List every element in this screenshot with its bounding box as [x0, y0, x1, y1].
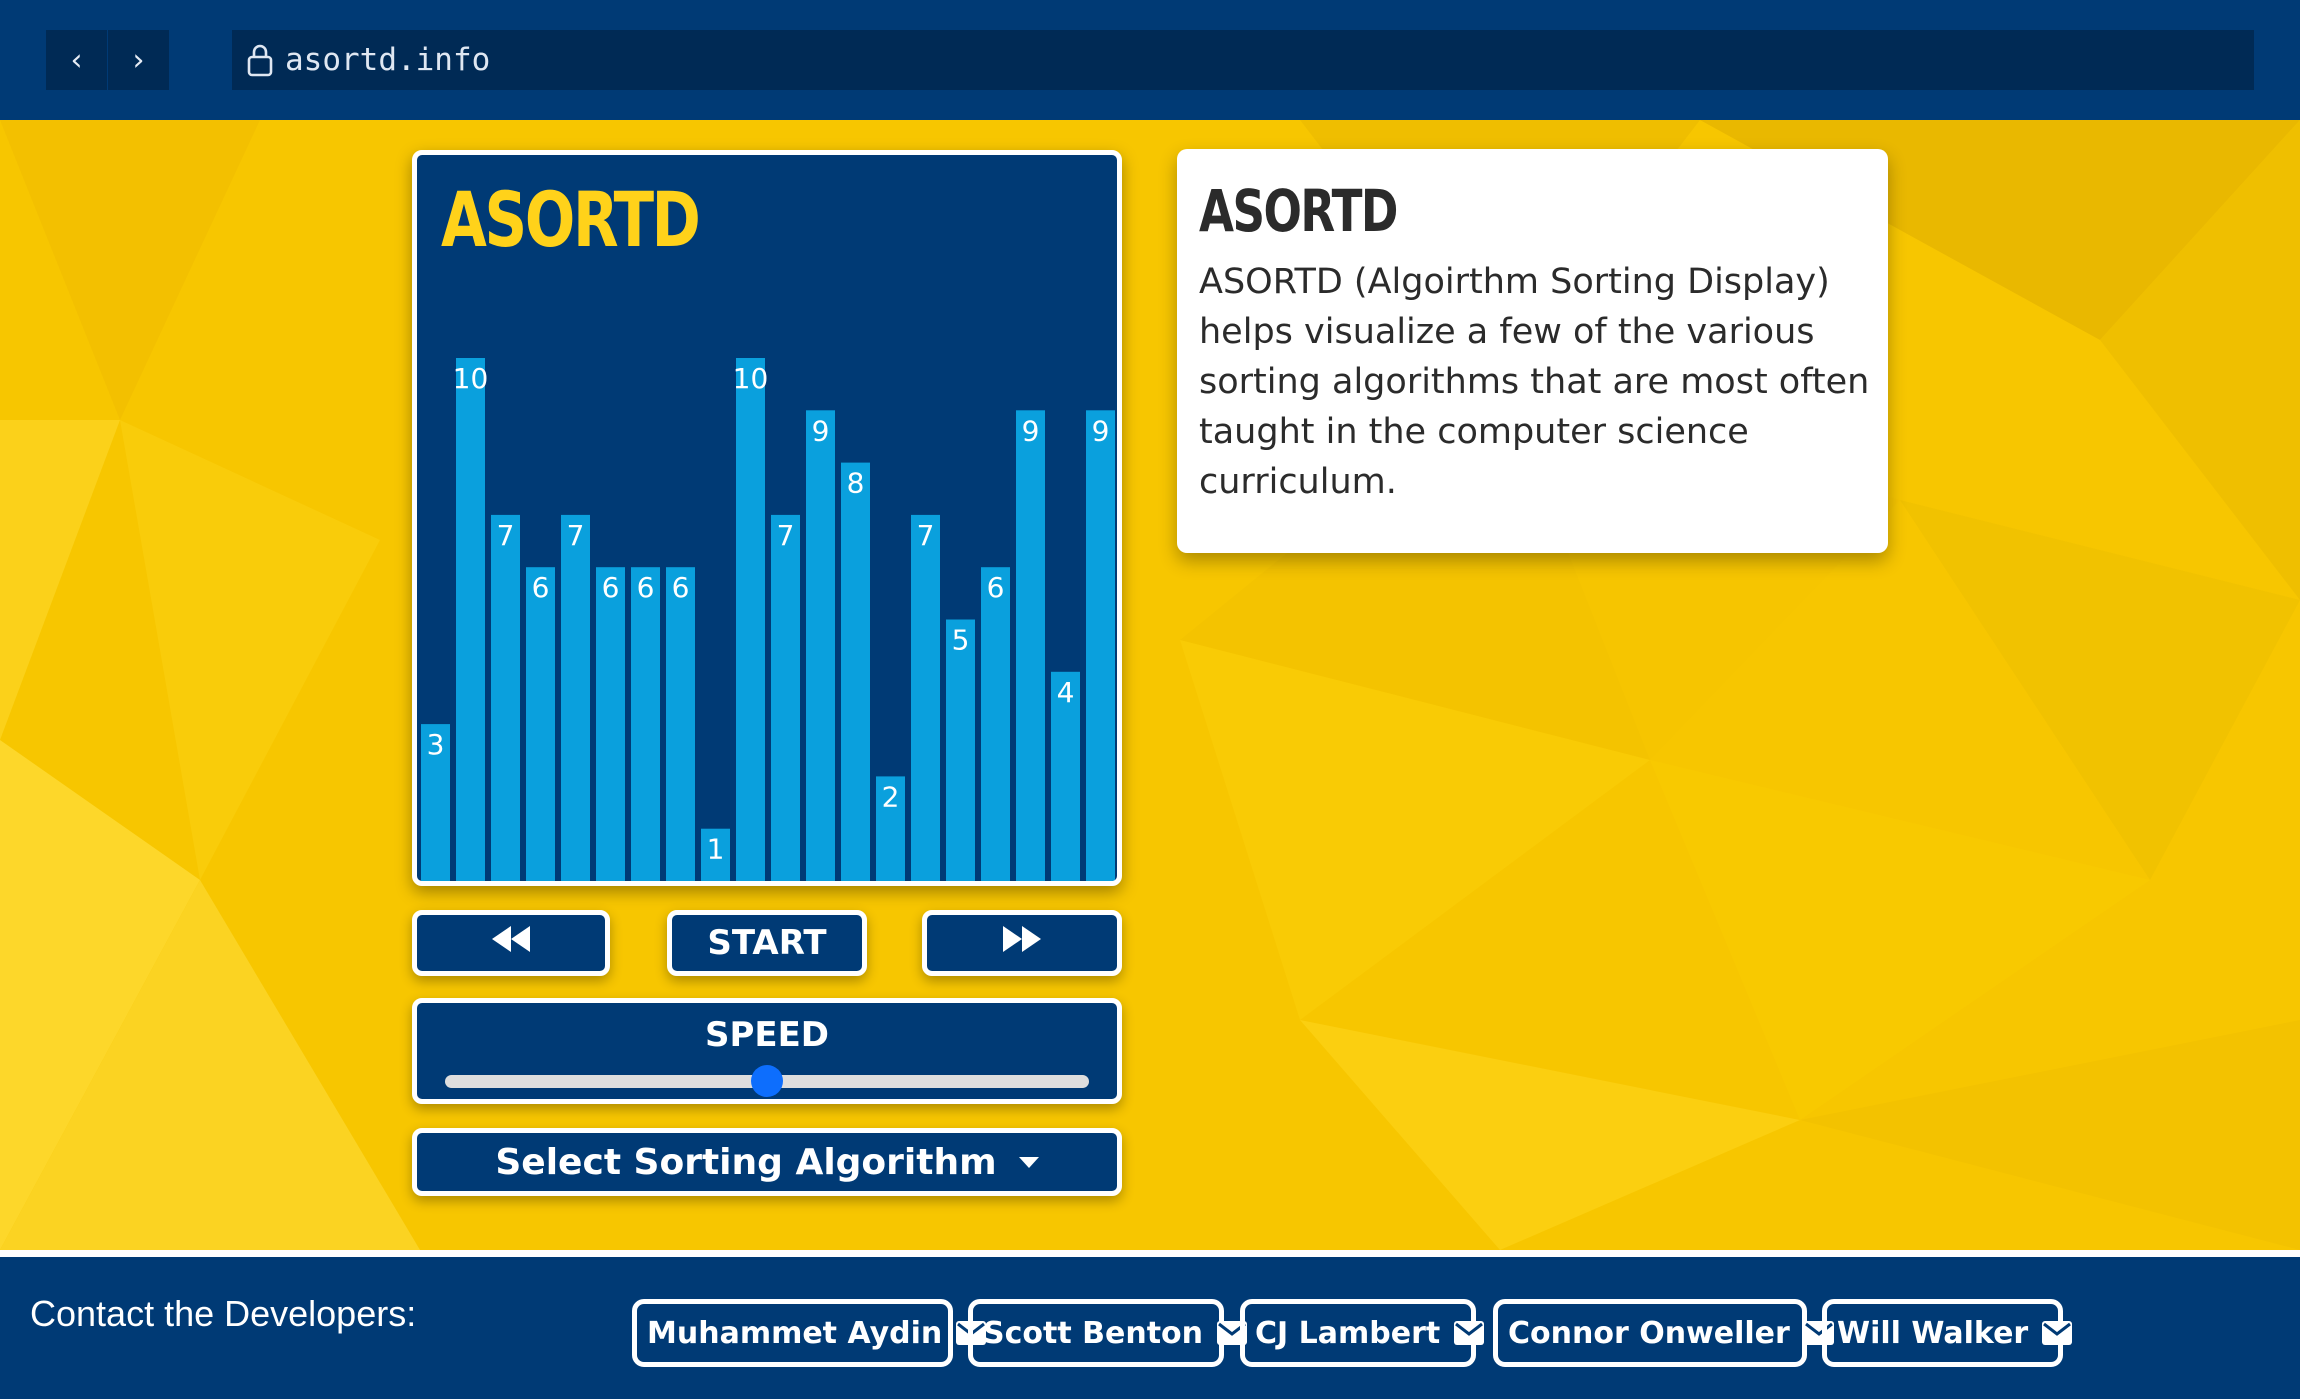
fast-forward-icon: [1001, 923, 1043, 963]
developer-button[interactable]: CJ Lambert: [1240, 1299, 1485, 1367]
developer-button[interactable]: Muhammet Aydin: [632, 1299, 987, 1367]
developer-name: Will Walker: [1837, 1315, 2029, 1351]
bar-label-15: 7: [917, 519, 935, 552]
bar-label-2: 10: [453, 362, 489, 395]
bar-label-12: 9: [812, 414, 830, 447]
forward-button[interactable]: ›: [108, 30, 169, 90]
bar-label-16: 5: [952, 624, 970, 657]
bar-label-20: 9: [1092, 414, 1110, 447]
bar-20: [1086, 410, 1115, 881]
bar-label-10: 10: [733, 362, 769, 395]
speed-slider-thumb[interactable]: [751, 1065, 783, 1097]
developer-name: Scott Benton: [983, 1315, 1204, 1351]
bar-16: [946, 619, 975, 881]
developer-name: Connor Onweller: [1508, 1315, 1790, 1351]
developer-name: Muhammet Aydin: [647, 1315, 943, 1351]
bar-3: [491, 514, 520, 881]
chevron-right-icon: ›: [132, 42, 145, 78]
info-card: ASORTD ASORTD (Algoirthm Sorting Display…: [1177, 149, 1888, 553]
bar-15: [911, 514, 940, 881]
bar-label-13: 8: [847, 467, 865, 500]
browser-toolbar: ‹ › asortd.info: [0, 0, 2300, 120]
bar-label-14: 2: [882, 780, 900, 813]
bar-7: [631, 567, 660, 881]
visualizer-panel: ASORTD 3 10 7 6 7 6 6 6 1 10 7 9 8 2 7 5 6 9 4 9: [412, 150, 1122, 886]
speed-label: SPEED: [704, 1015, 830, 1055]
back-button[interactable]: ‹: [46, 30, 107, 90]
envelope-icon: [1454, 1321, 1485, 1345]
chevron-left-icon: ‹: [70, 42, 83, 78]
address-bar[interactable]: asortd.info: [232, 30, 2254, 90]
bar-12: [806, 410, 835, 881]
bar-label-3: 7: [497, 519, 515, 552]
bar-label-11: 7: [777, 519, 795, 552]
bar-5: [561, 514, 590, 881]
bar-6: [596, 567, 625, 881]
footer: Contact the Developers: Muhammet Aydin Sc…: [0, 1250, 2300, 1399]
lock-icon: [245, 43, 275, 77]
bar-8: [666, 567, 695, 881]
developer-button[interactable]: Scott Benton: [968, 1299, 1248, 1367]
bar-2: [456, 358, 485, 881]
developer-name: CJ Lambert: [1255, 1315, 1441, 1351]
bar-label-9: 1: [707, 833, 725, 866]
step-back-button[interactable]: [412, 910, 610, 976]
developer-button[interactable]: Will Walker: [1822, 1299, 2073, 1367]
envelope-icon: [2042, 1321, 2073, 1345]
url-text: asortd.info: [285, 42, 491, 78]
info-description: ASORTD (Algoirthm Sorting Display) helps…: [1199, 262, 1870, 502]
bar-label-8: 6: [672, 571, 690, 604]
bar-label-17: 6: [987, 571, 1005, 604]
bar-label-7: 6: [637, 571, 655, 604]
bar-13: [841, 462, 870, 881]
bar-11: [771, 514, 800, 881]
bar-label-1: 3: [427, 728, 445, 761]
bar-17: [981, 567, 1010, 881]
info-title: ASORTD: [1199, 177, 1398, 245]
bar-18: [1016, 410, 1045, 881]
bar-label-4: 6: [532, 571, 550, 604]
developer-button[interactable]: Connor Onweller: [1493, 1299, 1834, 1367]
bar-10: [736, 358, 765, 881]
algorithm-select[interactable]: Select Sorting Algorithm: [412, 1128, 1122, 1196]
start-button[interactable]: START: [667, 910, 867, 976]
bar-label-5: 7: [567, 519, 585, 552]
algorithm-select-label: Select Sorting Algorithm: [495, 1141, 997, 1183]
rewind-icon: [490, 923, 532, 963]
step-forward-button[interactable]: [922, 910, 1122, 976]
bar-4: [526, 567, 555, 881]
speed-control: SPEED: [412, 998, 1122, 1104]
background-pattern: [0, 120, 2300, 1250]
bar-chart: 3107676 6 61107982756949: [421, 358, 1115, 881]
caret-down-icon: [1018, 1156, 1039, 1168]
bar-label-18: 9: [1022, 414, 1040, 447]
contact-label: Contact the Developers:: [30, 1293, 417, 1334]
bar-label-19: 4: [1057, 676, 1075, 709]
bar-label-6: 6: [602, 571, 620, 604]
nav-buttons: ‹ ›: [46, 30, 169, 90]
